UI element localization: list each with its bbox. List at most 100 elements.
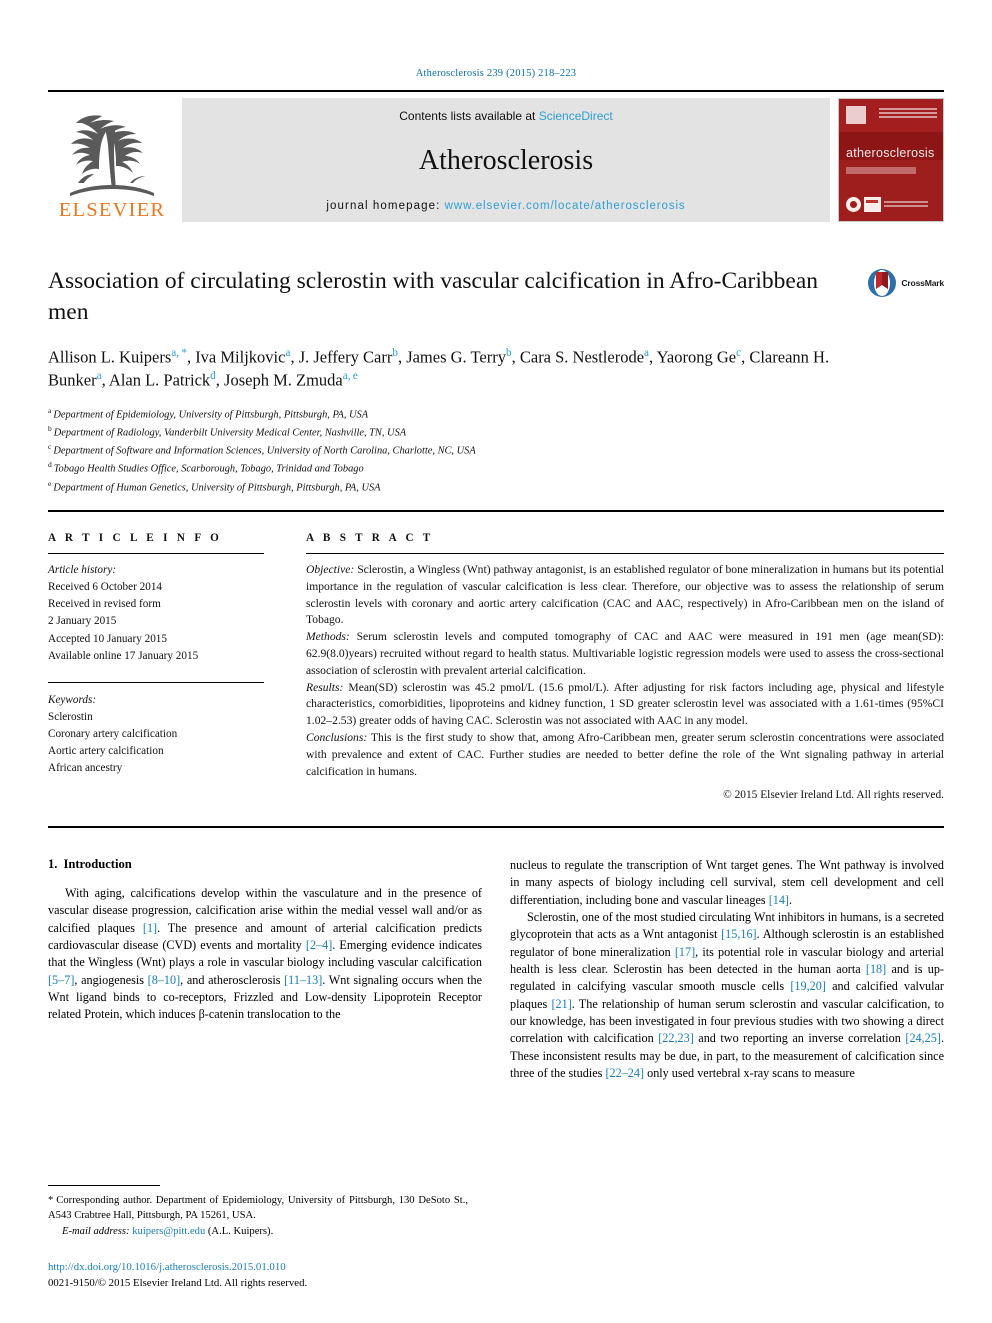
citation-ref[interactable]: [14] (769, 893, 789, 907)
affiliation-text: Tobago Health Studies Office, Scarboroug… (53, 463, 364, 475)
abstract-paragraph: Results: Mean(SD) sclerostin was 45.2 pm… (306, 680, 944, 730)
body-paragraph: nucleus to regulate the transcription of… (510, 857, 944, 907)
citation-ref[interactable]: [2–4] (306, 938, 332, 952)
cover-subtitle-bar (846, 167, 916, 175)
journal-title: Atherosclerosis (418, 144, 594, 176)
keyword-item: African ancestry (48, 762, 123, 775)
history-item: Accepted 10 January 2015 (48, 632, 167, 645)
citation-ref[interactable]: [21] (551, 997, 571, 1011)
column-gap (264, 532, 306, 804)
abstract-label: Results: (306, 680, 344, 694)
cover-journal-name: atherosclerosis (846, 145, 935, 160)
body-columns: 1. Introduction With aging, calcification… (48, 857, 944, 1082)
abstract-copyright: © 2015 Elsevier Ireland Ltd. All rights … (723, 789, 944, 802)
abstract-heading: A B S T R A C T (306, 532, 434, 545)
abstract-column: A B S T R A C T Objective: Sclerostin, a… (306, 532, 944, 804)
citation-ref[interactable]: [17] (675, 945, 695, 959)
affiliation-text: Department of Epidemiology, University o… (53, 409, 369, 421)
corresponding-author-note: * Corresponding author. Department of Epi… (48, 1193, 468, 1240)
contents-line: Contents lists available at ScienceDirec… (399, 109, 612, 123)
abstract-label: Objective: (306, 563, 355, 577)
journal-cover-thumbnail: atherosclerosis (838, 98, 944, 222)
author-mark: a, * (171, 347, 187, 360)
abstract-body: Objective: Sclerostin, a Wingless (Wnt) … (306, 562, 944, 804)
footnote-star: * (48, 1194, 54, 1206)
abstract-text: This is the first study to show that, am… (306, 731, 944, 778)
author-name: Joseph M. Zmuda (224, 370, 343, 390)
body-paragraph: Sclerostin, one of the most studied circ… (510, 909, 944, 1080)
cover-logo-icon (864, 197, 881, 212)
info-section-top-rule (48, 510, 944, 513)
article-history-block: Article history: Received 6 October 2014… (48, 562, 264, 665)
sciencedirect-link[interactable]: ScienceDirect (539, 109, 613, 123)
paper-page: Atherosclerosis 239 (2015) 218–223 ELSEV… (0, 0, 992, 1323)
citation-ref[interactable]: [1] (143, 921, 157, 935)
article-info-rule (48, 553, 264, 555)
affiliation-mark: b (48, 423, 52, 433)
abstract-paragraph: Methods: Serum sclerostin levels and com… (306, 629, 944, 679)
crossmark-badge[interactable]: CrossMark (867, 268, 944, 298)
cover-elsevier-icon (846, 106, 866, 124)
homepage-url-link[interactable]: www.elsevier.com/locate/atherosclerosis (445, 200, 686, 212)
cover-badges (846, 197, 928, 212)
history-item: Available online 17 January 2015 (48, 649, 199, 662)
author-mark: b (392, 347, 398, 360)
keyword-item: Coronary artery calcification (48, 728, 178, 741)
footnote-rule (48, 1184, 160, 1186)
contents-prefix: Contents lists available at (399, 109, 536, 123)
body-paragraph: With aging, calcifications develop withi… (48, 885, 483, 1022)
author-mark: a (285, 347, 291, 360)
citation-ref[interactable]: [5–7] (48, 973, 74, 987)
journal-header: ELSEVIER Contents lists available at Sci… (48, 98, 944, 222)
citation-ref[interactable]: [11–13] (284, 973, 322, 987)
affiliation-mark: d (48, 460, 52, 470)
citation-ref[interactable]: [22,23] (658, 1031, 694, 1045)
section-number: 1. (48, 856, 58, 871)
homepage-prefix: journal homepage: (326, 200, 441, 212)
email-line: E-mail address: kuipers@pitt.edu (A.L. K… (48, 1224, 468, 1239)
body-column-right: nucleus to regulate the transcription of… (510, 857, 944, 1082)
article-history-label: Article history: (48, 564, 117, 577)
author-name: J. Jeffery Carr (298, 347, 393, 367)
title-area: Association of circulating sclerostin wi… (48, 266, 944, 496)
history-item: Received 6 October 2014 (48, 581, 163, 594)
citation-ref[interactable]: [19,20] (790, 979, 826, 993)
running-head: Atherosclerosis 239 (2015) 218–223 (415, 68, 577, 79)
page-title: Association of circulating sclerostin wi… (48, 268, 819, 325)
affiliation-item: b Department of Radiology, Vanderbilt Uni… (48, 423, 944, 441)
citation-ref[interactable]: [18] (866, 962, 886, 976)
keywords-block: Keywords: Sclerostin Coronary artery cal… (48, 692, 264, 778)
footnote-zone: * Corresponding author. Department of Epi… (48, 1184, 468, 1291)
info-abstract-row: A R T I C L E I N F O Article history: R… (48, 532, 944, 804)
crossmark-label: CrossMark (901, 278, 944, 288)
article-info-heading: A R T I C L E I N F O (48, 532, 223, 545)
abstract-text: Serum sclerostin levels and computed tom… (306, 630, 944, 677)
doi-link[interactable]: http://dx.doi.org/10.1016/j.atherosclero… (48, 1259, 468, 1275)
email-suffix: (A.L. Kuipers). (207, 1226, 274, 1238)
email-link[interactable]: kuipers@pitt.edu (132, 1226, 205, 1237)
author-mark: d (210, 370, 216, 383)
affiliation-item: d Tobago Health Studies Office, Scarborou… (48, 459, 944, 477)
elsevier-wordmark: ELSEVIER (58, 198, 166, 221)
citation-ref[interactable]: [8–10] (148, 973, 181, 987)
author-mark: a, e (342, 370, 358, 383)
citation-ref[interactable]: [15,16] (721, 927, 757, 941)
header-top-rule (48, 90, 944, 92)
keyword-item: Sclerostin (48, 711, 93, 724)
citation-ref[interactable]: [22–24] (605, 1066, 644, 1080)
author-mark: b (506, 347, 512, 360)
history-item: Received in revised form (48, 598, 161, 611)
journal-banner: Contents lists available at ScienceDirec… (182, 98, 830, 222)
author-name: Alan L. Patrick (108, 370, 211, 390)
affiliation-mark: a (48, 405, 52, 415)
abstract-paragraph: Objective: Sclerostin, a Wingless (Wnt) … (306, 562, 944, 629)
keyword-item: Aortic artery calcification (48, 745, 164, 758)
author-name: Allison L. Kuipers (48, 347, 172, 367)
crossmark-icon (868, 269, 897, 297)
corresponding-author-text: Corresponding author. Department of Epid… (48, 1194, 468, 1221)
citation-ref[interactable]: [24,25] (905, 1031, 941, 1045)
abstract-label: Conclusions: (306, 731, 368, 744)
affiliation-text: Department of Human Genetics, University… (53, 482, 381, 494)
abstract-paragraph: Conclusions: This is the first study to … (306, 730, 944, 780)
email-label: E-mail address: (62, 1226, 130, 1238)
